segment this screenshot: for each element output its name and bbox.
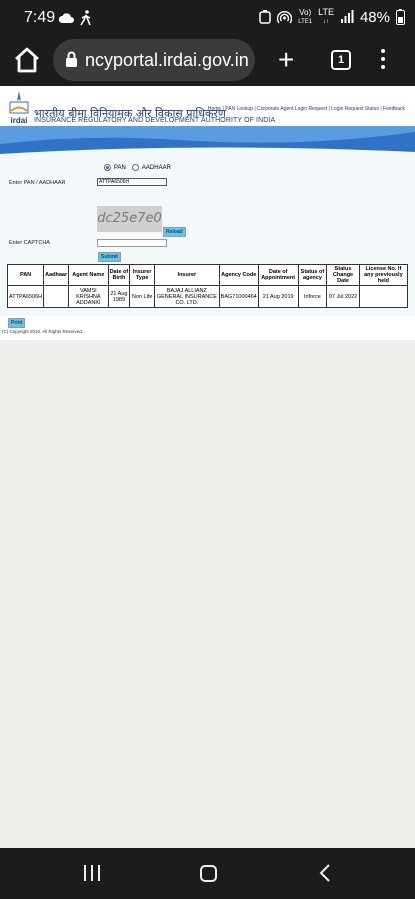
captcha-input[interactable] — [97, 239, 167, 247]
site-title-english: INSURANCE REGULATORY AND DEVELOPMENT AUT… — [34, 117, 276, 124]
lte-indicator: LTE ↓↑ — [318, 7, 334, 26]
volte-indicator: Vo) LTE1 — [298, 7, 313, 25]
col-dob: Date of Birth — [107, 264, 131, 286]
home-nav-icon[interactable] — [200, 865, 217, 882]
site-header: irdai भारतीय बीमा विनियामक और विकास प्रा… — [0, 86, 415, 126]
col-aadhaar: Aadhaar — [43, 264, 70, 286]
agent-results-table: PAN Aadhaar Agent Name Date of Birth Ins… — [6, 264, 409, 308]
col-agency-code: Agency Code — [218, 264, 259, 286]
home-icon[interactable] — [12, 45, 42, 75]
top-nav-links[interactable]: Home | PAN Lookup | Corporate Agent Logi… — [208, 106, 405, 112]
tab-switcher-button[interactable]: 1 — [331, 50, 351, 70]
status-time: 7:49 — [24, 9, 56, 26]
alarm-icon — [259, 10, 271, 24]
aadhaar-radio[interactable] — [131, 164, 139, 171]
cell-agency-status: Inforce — [297, 285, 328, 308]
new-tab-icon[interactable]: + — [278, 46, 294, 74]
table-row: ATTPA6506H VAMSI KRISHNA ADDANKI 21 Aug … — [6, 285, 409, 308]
pan-field-label: Enter PAN / AADHAAR — [9, 180, 66, 186]
col-insurer: Insurer — [154, 264, 220, 286]
signal-icon — [340, 10, 354, 23]
irdai-logo-icon: irdai — [9, 91, 29, 125]
cell-pan: ATTPA6506H — [6, 285, 45, 308]
cell-insurer: BAJAJ ALLIANZ GENERAL INSURANCE CO. LTD. — [154, 285, 220, 308]
more-menu-icon[interactable] — [381, 49, 387, 73]
col-status-change-date: Status Change Date — [326, 264, 360, 286]
site-container: irdai भारतीय बीमा विनियामक और विकास प्रा… — [0, 86, 415, 340]
battery-icon — [396, 9, 405, 25]
col-license-no: License No. If any previously held — [358, 264, 409, 286]
recent-apps-icon[interactable] — [84, 865, 100, 881]
table-header-row: PAN Aadhaar Agent Name Date of Birth Ins… — [6, 264, 409, 286]
url-text: ncyportal.irdai.gov.in — [85, 50, 249, 70]
col-agency-status: Status of agency — [297, 264, 328, 286]
cell-status-change-date: 07 Jul 2022 — [326, 285, 360, 308]
copyright-text: (C) Copyright 2016. All Rights Reserved. — [2, 329, 84, 334]
walking-person-icon — [80, 10, 91, 26]
header-wave-banner — [0, 126, 415, 156]
hotspot-icon — [277, 11, 293, 24]
col-appointment-date: Date of Appointment — [257, 264, 299, 286]
lock-icon — [66, 51, 77, 67]
print-button[interactable]: Print — [8, 318, 26, 328]
pan-radio-label: PAN — [114, 164, 126, 171]
system-nav-bar — [0, 848, 415, 899]
svg-text:irdai: irdai — [11, 116, 28, 125]
submit-button[interactable]: Submit — [98, 252, 121, 262]
cell-agency-code: BAG71000464 — [218, 285, 259, 308]
cell-insurer-type: Non Life — [129, 285, 156, 308]
cloud-icon — [58, 13, 74, 23]
cell-agent-name: VAMSI KRISHNA ADDANKI — [68, 285, 109, 308]
pan-radio[interactable] — [104, 164, 111, 171]
aadhaar-radio-label: AADHAAR — [141, 164, 171, 171]
browser-toolbar: ncyportal.irdai.gov.in + 1 — [0, 36, 415, 86]
col-pan: PAN — [6, 264, 45, 286]
web-page: irdai भारतीय बीमा विनियामक और विकास प्रा… — [0, 86, 415, 848]
captcha-field-label: Enter CAPTCHA — [9, 240, 50, 246]
col-insurer-type: Insurer Type — [129, 264, 156, 286]
back-icon[interactable] — [318, 864, 332, 882]
col-agent-name: Agent Name — [68, 264, 109, 286]
captcha-image: dc25e7e0 — [97, 206, 162, 232]
cell-license-no — [358, 285, 409, 308]
id-type-radios: PAN AADHAAR — [104, 164, 171, 171]
battery-percent: 48% — [359, 8, 390, 26]
cell-aadhaar — [43, 285, 70, 308]
address-bar[interactable]: ncyportal.irdai.gov.in — [53, 39, 255, 81]
reload-captcha-button[interactable]: Reload — [163, 227, 186, 237]
cell-appointment-date: 21 Aug 2019 — [257, 285, 299, 308]
status-bar: 7:49 Vo) LTE1 LTE ↓↑ 48% — [0, 0, 415, 36]
cell-dob: 21 Aug 1989 — [107, 285, 131, 308]
pan-input[interactable]: ATTPA6506H — [97, 178, 167, 186]
